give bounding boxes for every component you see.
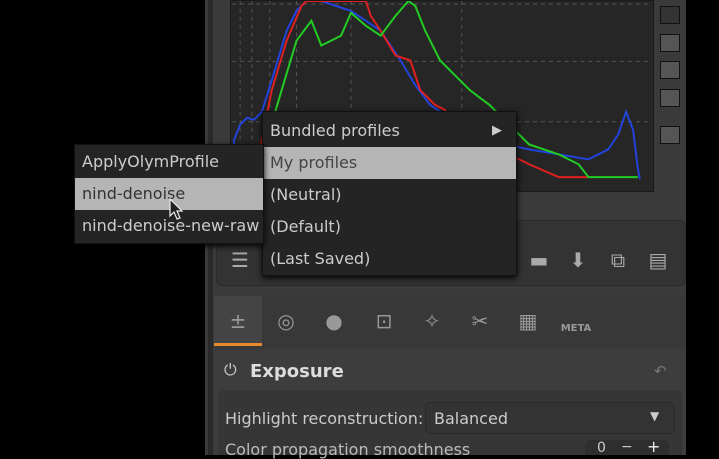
menu-item-bundled-profiles[interactable]: Bundled profiles ▶ [263,115,516,147]
submenu-item-label: ApplyOlymProfile [82,152,220,171]
exposure-panel: ⏻ Exposure ↶ Highlight reconstruction: B… [214,350,686,459]
tab-transform[interactable]: ✂ [456,296,504,346]
tab-exposure[interactable]: ± [214,296,262,346]
exposure-title[interactable]: Exposure [250,361,450,382]
chroma-toggle-icon[interactable] [660,61,680,79]
tab-color[interactable]: ● [310,296,358,346]
meta-label: META [560,323,592,334]
menu-item-my-profiles[interactable]: My profiles [263,147,516,179]
rgb-toggle-icon[interactable] [660,6,680,24]
histogram-options-icon[interactable] [660,126,680,144]
profile-list-icon[interactable]: ☰ [222,240,258,280]
plus-button[interactable]: + [647,439,663,455]
smoothness-value: 0 [597,440,606,456]
save-profile-icon[interactable]: ⬇ [560,240,596,280]
reset-icon[interactable]: ↶ [654,362,674,380]
menu-item-label: (Default) [270,217,341,236]
smoothness-spinner[interactable]: 0 − + [585,439,669,456]
tool-tabs: ± ◎ ● ⊡ ✧ ✂ ▦ META [214,296,686,348]
luminance-toggle-icon[interactable] [660,34,680,52]
menu-item-label: (Last Saved) [270,249,371,268]
tab-raw[interactable]: ▦ [504,296,552,346]
chevron-right-icon: ▶ [492,123,502,138]
tab-advanced[interactable]: ⊡ [360,296,408,346]
tab-details[interactable]: ◎ [262,296,310,346]
menu-item-label: Bundled profiles [270,121,400,140]
chevron-down-icon: ▼ [650,409,660,423]
power-icon[interactable]: ⏻ [224,360,244,380]
highlight-value: Balanced [434,409,508,428]
paste-profile-icon[interactable]: ▤ [640,240,676,280]
menu-item-label: My profiles [270,153,358,172]
menu-item-label: (Neutral) [270,185,342,204]
menu-item-neutral[interactable]: (Neutral) [263,179,516,211]
mouse-cursor-icon [169,198,184,220]
highlight-select[interactable]: Balanced ▼ [425,402,675,434]
histogram-toolbar [655,0,686,192]
menu-item-default[interactable]: (Default) [263,211,516,243]
my-profiles-submenu: ApplyOlymProfile nind-denoise nind-denoi… [74,144,264,244]
menu-item-last-saved[interactable]: (Last Saved) [263,243,516,275]
highlight-label: Highlight reconstruction: [225,409,424,428]
minus-button[interactable]: − [621,440,637,454]
profile-menu: Bundled profiles ▶ My profiles (Neutral) … [262,111,517,276]
copy-profile-icon[interactable]: ⧉ [600,240,636,280]
tab-meta[interactable]: META [552,296,600,346]
raw-toggle-icon[interactable] [660,89,680,107]
smoothness-label: Color propagation smoothness [225,440,471,459]
submenu-item-applyolymprofile[interactable]: ApplyOlymProfile [75,146,263,178]
tab-local[interactable]: ✧ [408,296,456,346]
open-folder-icon[interactable]: ▬ [521,240,557,280]
